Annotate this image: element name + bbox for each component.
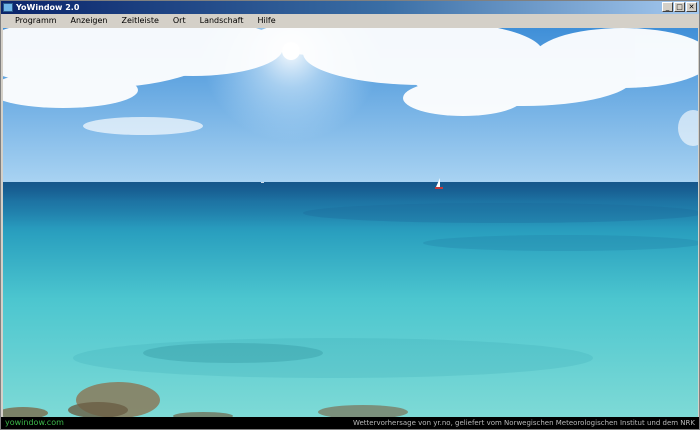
yowindow-link[interactable]: yowindow.com (5, 417, 64, 429)
menu-zeitleiste[interactable]: Zeitleiste (115, 14, 166, 27)
window-title: YoWindow 2.0 (16, 3, 80, 12)
menu-ort[interactable]: Ort (166, 14, 193, 27)
menu-anzeigen[interactable]: Anzeigen (64, 14, 115, 27)
status-bar: yowindow.com Wettervorhersage von yr.no,… (1, 417, 699, 429)
menu-landschaft[interactable]: Landschaft (193, 14, 251, 27)
app-window: YoWindow 2.0 _ □ ✕ Programm Anzeigen Zei… (0, 0, 700, 430)
app-icon (3, 3, 13, 12)
window-controls: _ □ ✕ (662, 2, 697, 12)
minimize-button[interactable]: _ (662, 2, 673, 12)
forecast-credit[interactable]: Wettervorhersage von yr.no, geliefert vo… (353, 417, 695, 429)
title-bar[interactable]: YoWindow 2.0 _ □ ✕ (1, 1, 699, 14)
menu-programm[interactable]: Programm (1, 14, 64, 27)
close-button[interactable]: ✕ (686, 2, 697, 12)
maximize-button[interactable]: □ (674, 2, 685, 12)
menu-bar: Programm Anzeigen Zeitleiste Ort Landsch… (1, 14, 699, 27)
weather-scene[interactable] (3, 28, 698, 417)
landscape-view (3, 28, 698, 417)
menu-hilfe[interactable]: Hilfe (250, 14, 282, 27)
